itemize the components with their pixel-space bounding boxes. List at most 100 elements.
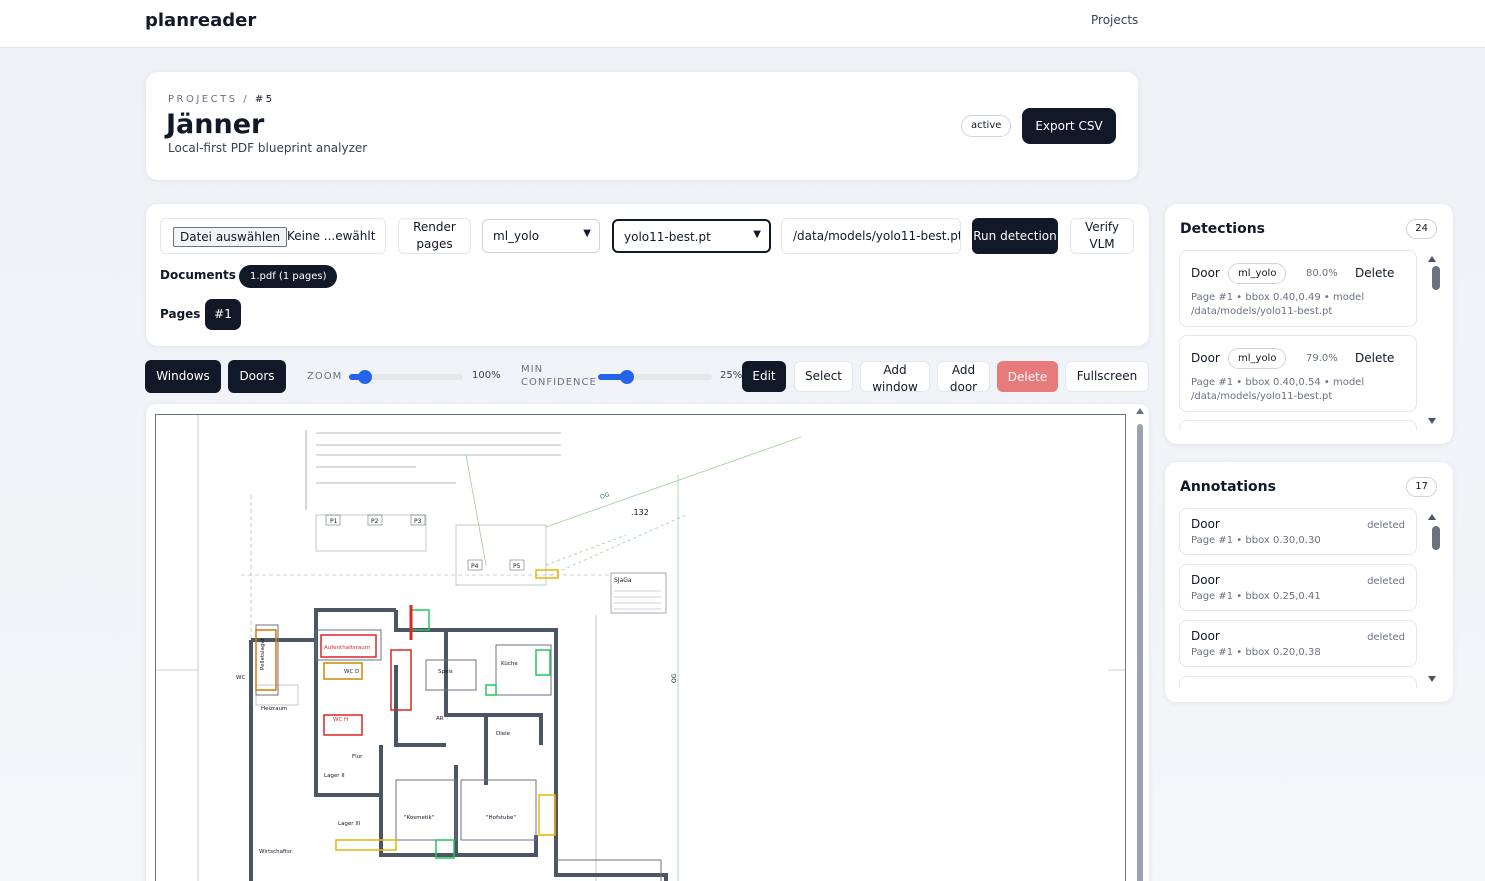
document-pill[interactable]: 1.pdf (1 pages) — [239, 265, 338, 288]
top-nav-bar: planreader Projects — [0, 0, 1485, 48]
annotations-title: Annotations — [1180, 479, 1276, 495]
viewer-scroll-up-arrow[interactable] — [1136, 408, 1144, 414]
verify-vlm-button[interactable]: Verify VLM — [1070, 218, 1134, 254]
detections-scrollbar[interactable] — [1432, 266, 1440, 290]
detection-item[interactable]: Door ml_yolo 79.0% Delete Page #1 • bbox… — [1179, 335, 1417, 412]
detection-model-badge: ml_yolo — [1228, 348, 1287, 369]
detection-confidence: 79.0% — [1306, 353, 1338, 364]
svg-text:Diele: Diele — [496, 731, 511, 737]
svg-text:Aufenthaltsraum: Aufenthaltsraum — [324, 645, 370, 651]
model-path-input[interactable]: /data/models/yolo11-best.pt — [781, 218, 961, 254]
annotation-meta: Page #1 • bbox 0.25,0.41 — [1191, 591, 1321, 602]
svg-text:Wirtschaftsr.: Wirtschaftsr. — [259, 849, 294, 855]
svg-text:WC D: WC D — [344, 669, 359, 675]
breadcrumb: PROJECTS / #5 — [168, 94, 275, 105]
add-window-button[interactable]: Add window — [860, 361, 930, 394]
render-pages-button[interactable]: Render pages — [398, 218, 471, 254]
svg-text:Lager III: Lager III — [338, 821, 361, 827]
zoom-label: ZOOM — [307, 371, 343, 382]
detection-confidence: 80.0% — [1306, 268, 1338, 279]
detection-item[interactable]: Door ml_yolo 80.0% Delete Page #1 • bbox… — [1179, 250, 1417, 327]
export-csv-button[interactable]: Export CSV — [1022, 108, 1116, 144]
annotations-panel: Annotations 17 Door deleted Page #1 • bb… — [1165, 462, 1453, 702]
svg-text:Lager II: Lager II — [324, 773, 345, 779]
file-picker[interactable]: Datei auswählen Keine ...ewählt — [160, 218, 386, 254]
annotation-item[interactable]: Door deleted Page #1 • bbox 0.25,0.41 — [1179, 564, 1417, 611]
annotations-scroll-down-arrow[interactable] — [1428, 676, 1436, 682]
annotation-label: Door — [1191, 517, 1220, 531]
zoom-value: 100% — [472, 370, 501, 381]
detections-scroll-down-arrow[interactable] — [1428, 418, 1436, 424]
viewer-scrollbar[interactable] — [1137, 424, 1143, 881]
model-select-value: yolo11-best.pt — [624, 230, 711, 244]
choose-file-button[interactable]: Datei auswählen — [173, 227, 288, 247]
min-confidence-label: MIN CONFIDENCE — [521, 364, 597, 388]
svg-text:P1: P1 — [330, 518, 338, 525]
svg-text:P4: P4 — [471, 563, 479, 570]
doors-filter-button[interactable]: Doors — [228, 360, 286, 393]
svg-text:"Kosmetik": "Kosmetik" — [404, 815, 434, 821]
svg-text:"Hofstube": "Hofstube" — [486, 815, 516, 821]
edit-mode-button[interactable]: Edit — [742, 361, 786, 392]
annotation-status: deleted — [1367, 520, 1405, 531]
chevron-down-icon: ▼ — [583, 228, 591, 239]
svg-text:WC H: WC H — [333, 717, 348, 723]
svg-text:.132: .132 — [631, 508, 649, 517]
add-door-button[interactable]: Add door — [937, 361, 990, 394]
svg-text:Heizraum: Heizraum — [261, 706, 287, 712]
svg-text:SJaGa: SJaGa — [614, 577, 632, 584]
svg-text:Pelletslager: Pelletslager — [260, 637, 266, 670]
run-detection-button[interactable]: Run detection — [972, 218, 1058, 254]
detection-label: Door — [1191, 351, 1220, 365]
svg-text:WC: WC — [236, 675, 245, 681]
annotations-list: Door deleted Page #1 • bbox 0.30,0.30 Do… — [1179, 508, 1419, 688]
annotation-item[interactable]: Door deleted Page #1 • bbox 0.20,0.38 — [1179, 620, 1417, 667]
windows-filter-button[interactable]: Windows — [145, 360, 221, 393]
detections-scroll-up-arrow[interactable] — [1428, 256, 1436, 262]
annotation-item[interactable]: Door deleted Page #1 • bbox 0.30,0.30 — [1179, 508, 1417, 555]
status-badge: active — [961, 115, 1012, 137]
svg-text:AR: AR — [436, 716, 444, 722]
detection-meta: Page #1 • bbox 0.40,0.49 • model /data/m… — [1191, 292, 1365, 317]
file-name-label: Keine ...ewählt — [287, 229, 376, 243]
annotation-item-partial[interactable] — [1179, 676, 1417, 688]
page-subtitle: Local-first PDF blueprint analyzer — [168, 141, 368, 155]
svg-text:P3: P3 — [414, 518, 422, 525]
detection-toolbar-card: Datei auswählen Keine ...ewählt Render p… — [146, 204, 1149, 346]
nav-link-projects[interactable]: Projects — [1091, 13, 1138, 27]
blueprint-canvas[interactable]: P1 P2 P3 P4 P5 .132 OG OG SJaGa Aufentha… — [155, 414, 1126, 881]
page-pill[interactable]: #1 — [205, 299, 241, 330]
min-confidence-slider[interactable] — [598, 370, 712, 384]
annotations-scrollbar[interactable] — [1432, 526, 1440, 550]
detections-title: Detections — [1180, 221, 1266, 237]
fullscreen-button[interactable]: Fullscreen — [1065, 361, 1149, 392]
annotation-status: deleted — [1367, 576, 1405, 587]
detector-select[interactable]: ml_yolo ▼ — [482, 219, 600, 253]
delete-button[interactable]: Delete — [997, 361, 1058, 392]
svg-text:P5: P5 — [513, 563, 521, 570]
svg-text:Flur: Flur — [352, 754, 363, 760]
min-confidence-slider-handle[interactable] — [619, 370, 634, 384]
annotations-scroll-up-arrow[interactable] — [1428, 514, 1436, 520]
detection-delete-button[interactable]: Delete — [1355, 351, 1394, 365]
breadcrumb-projects-link[interactable]: PROJECTS — [168, 94, 238, 105]
breadcrumb-current: #5 — [254, 94, 275, 105]
floor-plan-drawing: P1 P2 P3 P4 P5 .132 OG OG SJaGa Aufentha… — [156, 415, 1125, 881]
detections-list: Door ml_yolo 80.0% Delete Page #1 • bbox… — [1179, 250, 1419, 430]
detector-select-value: ml_yolo — [493, 229, 540, 243]
select-mode-button[interactable]: Select — [794, 361, 853, 392]
annotation-label: Door — [1191, 573, 1220, 587]
project-header-card: PROJECTS / #5 Jänner Local-first PDF blu… — [146, 72, 1138, 180]
breadcrumb-separator: / — [243, 94, 250, 105]
zoom-slider-handle[interactable] — [358, 370, 373, 384]
svg-text:OG: OG — [599, 491, 611, 501]
zoom-slider[interactable] — [349, 370, 463, 384]
detection-item-partial[interactable] — [1179, 420, 1417, 430]
detection-delete-button[interactable]: Delete — [1355, 266, 1394, 280]
brand-logo[interactable]: planreader — [145, 10, 256, 31]
min-confidence-value: 25% — [720, 370, 743, 381]
documents-label: Documents — [160, 268, 236, 282]
pages-label: Pages — [160, 307, 201, 321]
model-select[interactable]: yolo11-best.pt ▼ — [612, 219, 771, 253]
svg-text:P2: P2 — [371, 518, 379, 525]
